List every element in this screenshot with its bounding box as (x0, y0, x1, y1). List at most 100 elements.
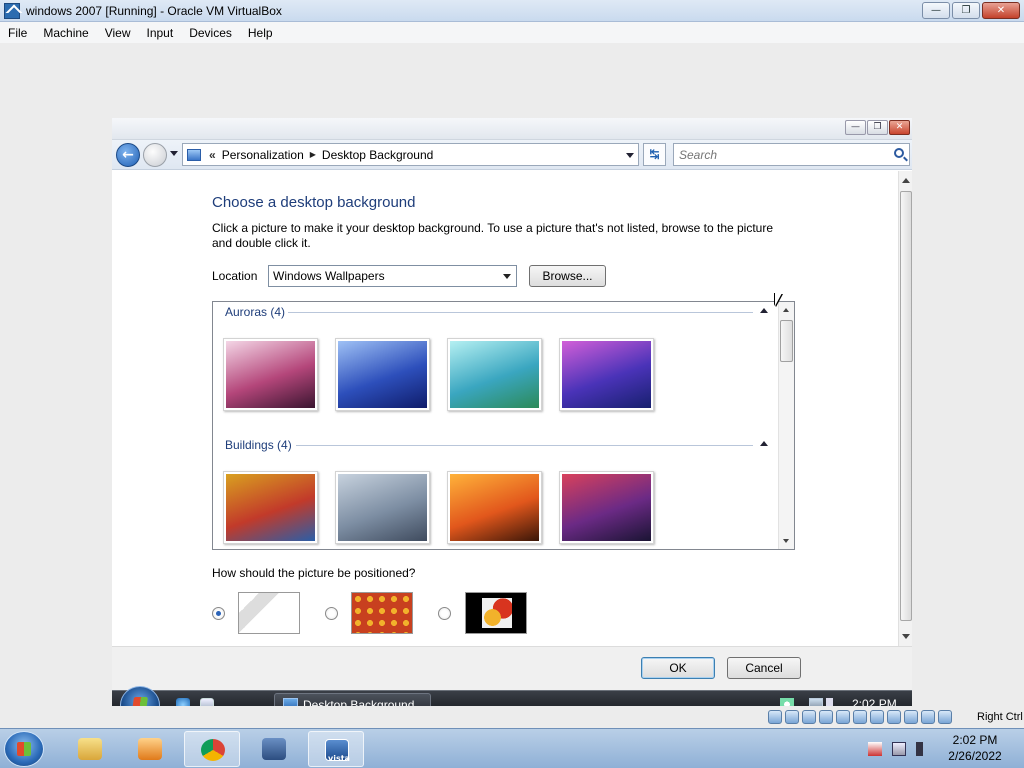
host-clock[interactable]: 2:02 PM 2/26/2022 (944, 732, 1006, 764)
search-input[interactable] (674, 144, 874, 165)
gallery-scrollbar[interactable] (778, 302, 794, 549)
guest-maximize-button[interactable]: ❐ (867, 120, 888, 135)
window-controls: — ❐ ✕ (922, 2, 1020, 19)
display-icon[interactable] (870, 710, 884, 724)
host-volume-icon[interactable] (916, 742, 930, 756)
host-network-icon[interactable] (892, 742, 906, 756)
menu-file[interactable]: File (0, 26, 35, 40)
breadcrumb-personalization[interactable]: Personalization (222, 148, 304, 162)
back-button[interactable]: ← (116, 143, 140, 167)
wallpaper-thumb[interactable] (559, 471, 654, 544)
host-vm-window-button[interactable]: vista (308, 731, 364, 767)
guest-window-titlebar: — ❐ ✕ (112, 118, 912, 140)
group-header-auroras[interactable]: Auroras (4) (225, 305, 285, 319)
wallpaper-thumb[interactable] (223, 338, 318, 411)
optical-drive-icon[interactable] (785, 710, 799, 724)
wallpaper-building-image (226, 474, 315, 541)
menu-view[interactable]: View (97, 26, 139, 40)
position-center-preview[interactable] (465, 592, 527, 634)
vista-vm-label: vista (328, 754, 350, 763)
window-title: windows 2007 [Running] - Oracle VM Virtu… (26, 3, 282, 18)
menu-help[interactable]: Help (240, 26, 281, 40)
menu-input[interactable]: Input (139, 26, 182, 40)
guest-minimize-button[interactable]: — (845, 120, 866, 135)
host-key-label: Right Ctrl (977, 711, 1023, 723)
position-radio-center[interactable] (438, 607, 451, 620)
search-icon[interactable] (894, 148, 904, 158)
host-virtualbox-button[interactable] (246, 731, 302, 767)
location-select[interactable]: Windows Wallpapers (268, 265, 517, 287)
scroll-thumb[interactable] (780, 320, 793, 362)
wallpaper-thumb[interactable] (335, 338, 430, 411)
windows-start-icon[interactable] (4, 731, 44, 767)
scroll-down-icon[interactable] (902, 634, 910, 639)
network-adapter-icon[interactable] (819, 710, 833, 724)
shared-folders-icon[interactable] (853, 710, 867, 724)
position-tile-preview[interactable] (351, 592, 413, 634)
navigation-bar: ← « Personalization ▶ Desktop Background… (112, 140, 912, 170)
scroll-down-icon[interactable] (783, 539, 789, 543)
group-header-buildings[interactable]: Buildings (4) (225, 438, 292, 452)
breadcrumb-desktop-background[interactable]: Desktop Background (322, 148, 433, 162)
refresh-button[interactable]: ↹ (643, 143, 666, 166)
position-label: How should the picture be positioned? (212, 566, 416, 580)
menu-machine[interactable]: Machine (35, 26, 96, 40)
minimize-button[interactable]: — (922, 2, 950, 19)
content-pane: Choose a desktop background Click a pict… (112, 171, 898, 646)
guest-screen[interactable]: — ❐ ✕ ← « Personalization ▶ Desktop Back… (112, 118, 912, 724)
page-description: Click a picture to make it your desktop … (212, 221, 774, 250)
host-chrome-button[interactable] (184, 731, 240, 767)
center-preview-image (482, 598, 512, 628)
collapse-group-icon[interactable] (760, 441, 768, 446)
ok-button[interactable]: OK (641, 657, 715, 679)
wallpaper-thumb[interactable] (559, 338, 654, 411)
menu-devices[interactable]: Devices (181, 26, 240, 40)
audio-icon[interactable] (802, 710, 816, 724)
usb-icon[interactable] (836, 710, 850, 724)
wallpaper-thumb[interactable] (447, 338, 542, 411)
chevron-icon[interactable]: « (209, 148, 216, 162)
vbox-menubar: File Machine View Input Devices Help (0, 22, 1024, 43)
guest-window-controls: — ❐ ✕ (845, 120, 910, 135)
chrome-icon (201, 739, 225, 761)
wallpaper-thumb[interactable] (335, 471, 430, 544)
content-scrollbar[interactable] (898, 171, 912, 646)
video-capture-icon[interactable] (887, 710, 901, 724)
chevron-down-icon[interactable] (503, 274, 511, 279)
cancel-button[interactable]: Cancel (727, 657, 801, 679)
vbox-statusbar: Right Ctrl (0, 706, 1024, 728)
virtualbox-icon (4, 2, 20, 19)
scroll-up-icon[interactable] (902, 178, 910, 183)
host-taskbar: vista 2:02 PM 2/26/2022 (0, 728, 1024, 768)
host-explorer-button[interactable] (62, 731, 118, 767)
collapse-group-icon[interactable] (760, 308, 768, 313)
hard-disk-icon[interactable] (768, 710, 782, 724)
mouse-integration-icon[interactable] (921, 710, 935, 724)
search-box[interactable] (673, 143, 910, 166)
location-label: Location (212, 269, 258, 283)
action-center-icon[interactable] (868, 742, 882, 756)
wallpaper-building-image (338, 474, 427, 541)
scroll-thumb[interactable] (900, 191, 912, 621)
close-button[interactable]: ✕ (982, 2, 1020, 19)
recent-pages-dropdown-icon[interactable] (170, 151, 178, 156)
breadcrumb-separator-icon[interactable]: ▶ (310, 150, 316, 159)
forward-button[interactable] (143, 143, 167, 167)
control-panel-icon (187, 148, 201, 161)
scroll-up-icon[interactable] (783, 308, 789, 312)
position-fill-preview[interactable] (238, 592, 300, 634)
guest-close-button[interactable]: ✕ (889, 120, 910, 135)
wallpaper-thumb[interactable] (447, 471, 542, 544)
vbox-status-icons (768, 710, 952, 724)
restore-button[interactable]: ❐ (952, 2, 980, 19)
address-dropdown-icon[interactable] (626, 153, 634, 158)
host-media-player-button[interactable] (122, 731, 178, 767)
position-radio-fill[interactable] (212, 607, 225, 620)
wallpaper-aurora-image (562, 341, 651, 408)
virtualization-icon[interactable] (904, 710, 918, 724)
keyboard-icon[interactable] (938, 710, 952, 724)
address-bar[interactable]: « Personalization ▶ Desktop Background (182, 143, 639, 166)
browse-button[interactable]: Browse... (529, 265, 606, 287)
position-radio-tile[interactable] (325, 607, 338, 620)
wallpaper-thumb[interactable] (223, 471, 318, 544)
